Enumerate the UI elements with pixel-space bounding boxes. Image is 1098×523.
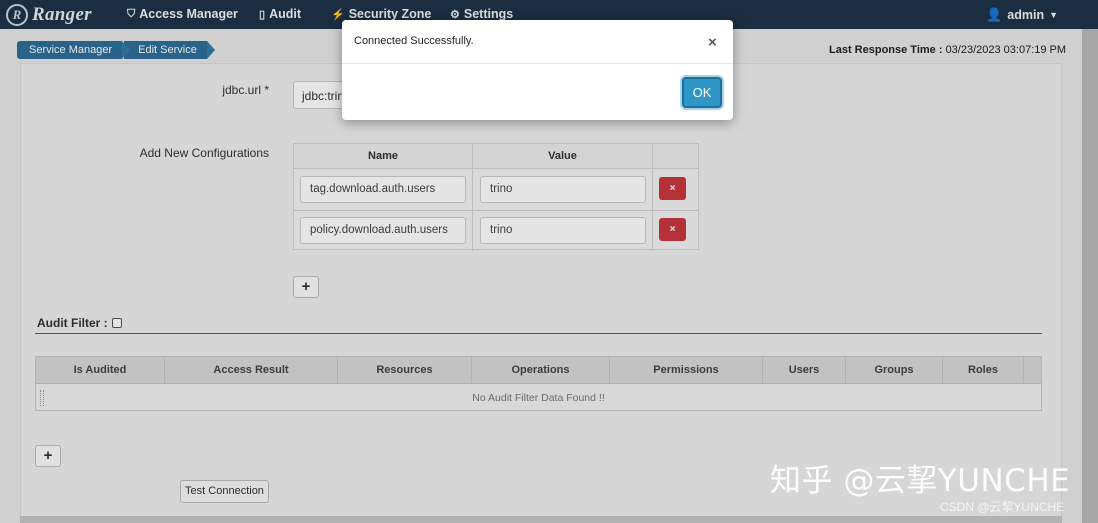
ok-button[interactable]: OK [682, 77, 722, 108]
modal-body: Connected Successfully. × [342, 20, 733, 64]
modal-message: Connected Successfully. [354, 35, 474, 47]
watermark-large: 知乎 @云挈YUNCHE [770, 463, 1071, 499]
watermark-small: CSDN @云挈YUNCHE [940, 500, 1065, 514]
connection-modal: Connected Successfully. × OK [342, 20, 733, 120]
close-icon[interactable]: × [708, 35, 717, 50]
